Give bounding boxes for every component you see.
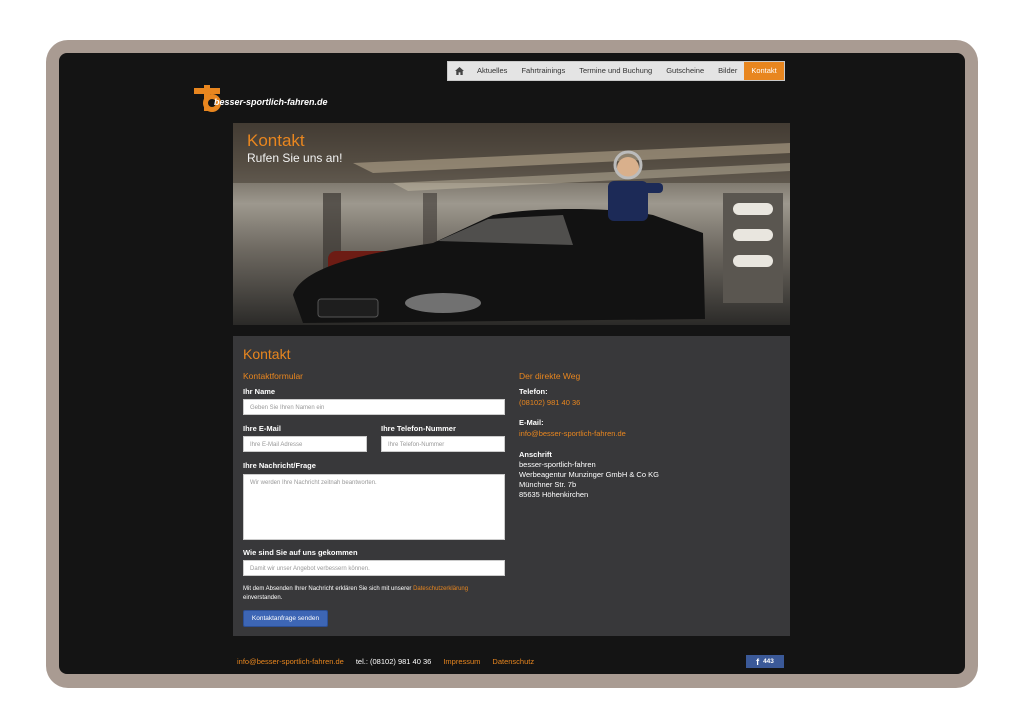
nav-item-fahrtrainings[interactable]: Fahrtrainings <box>514 62 572 80</box>
page-title: Kontakt <box>243 346 291 362</box>
submit-button[interactable]: Kontaktanfrage senden <box>243 610 328 627</box>
hero-banner: Kontakt Rufen Sie uns an! <box>233 123 790 325</box>
nav-item-aktuelles[interactable]: Aktuelles <box>470 62 514 80</box>
device-frame: Aktuelles Fahrtrainings Termine und Buch… <box>46 40 978 688</box>
privacy-link[interactable]: Dateschutzerklärung <box>413 586 468 592</box>
email-label: Ihre E-Mail <box>243 424 281 433</box>
phone-label: Ihre Telefon-Nummer <box>381 424 456 433</box>
privacy-text-end: einverstanden. <box>243 595 283 601</box>
facebook-count: 443 <box>763 658 774 665</box>
hero-subtitle: Rufen Sie uns an! <box>247 151 343 165</box>
name-input[interactable]: Geben Sie Ihren Namen ein <box>243 399 505 415</box>
footer-impressum-link[interactable]: Impressum <box>443 657 480 666</box>
address-line: 85635 Höhenkirchen <box>519 490 589 499</box>
hero-title: Kontakt <box>247 131 305 150</box>
source-input[interactable]: Damit wir unser Angebot verbessern könne… <box>243 560 505 576</box>
footer-phone: tel.: (08102) 981 40 36 <box>355 657 432 666</box>
direct-section-title: Der direkte Weg <box>519 371 581 381</box>
address-line: besser-sportlich-fahren <box>519 460 596 469</box>
privacy-notice: Mit dem Absenden Ihrer Nachricht erkläre… <box>243 585 513 603</box>
site-logo[interactable]: besser-sportlich-fahren.de <box>194 85 354 113</box>
nav-home[interactable] <box>448 62 470 80</box>
phone-input[interactable]: Ihre Telefon-Nummer <box>381 436 505 452</box>
message-label: Ihre Nachricht/Frage <box>243 461 316 470</box>
nav-item-kontakt[interactable]: Kontakt <box>744 62 784 80</box>
name-label: Ihr Name <box>243 387 276 396</box>
nav-item-termine[interactable]: Termine und Buchung <box>572 62 659 80</box>
logo-text: besser-sportlich-fahren.de <box>214 97 328 107</box>
facebook-icon: f <box>756 656 760 667</box>
facebook-like-button[interactable]: f 443 <box>746 655 784 668</box>
email-input[interactable]: Ihre E-Mail Adresse <box>243 436 367 452</box>
address-line: Werbeagentur Munzinger GmbH & Co KG <box>519 470 659 479</box>
form-section-title: Kontaktformular <box>243 371 303 381</box>
nav-item-gutscheine[interactable]: Gutscheine <box>659 62 711 80</box>
email-info-label: E-Mail: <box>519 418 544 427</box>
browser-screen: Aktuelles Fahrtrainings Termine und Buch… <box>59 53 965 674</box>
email-info-link[interactable]: info@besser-sportlich-fahren.de <box>519 429 626 438</box>
message-textarea[interactable]: Wir werden Ihre Nachricht zeitnah beantw… <box>243 474 505 540</box>
address-label: Anschrift <box>519 450 552 459</box>
footer-email-link[interactable]: info@besser-sportlich-fahren.de <box>237 657 344 666</box>
phone-info-label: Telefon: <box>519 387 548 396</box>
site-footer: info@besser-sportlich-fahren.de tel.: (0… <box>237 657 534 666</box>
footer-datenschutz-link[interactable]: Datenschutz <box>492 657 534 666</box>
content-panel: Kontakt Kontaktformular Ihr Name Geben S… <box>233 336 790 636</box>
main-nav: Aktuelles Fahrtrainings Termine und Buch… <box>447 61 785 81</box>
source-label: Wie sind Sie auf uns gekommen <box>243 548 358 557</box>
address-line: Münchner Str. 7b <box>519 480 577 489</box>
home-icon <box>454 67 464 75</box>
privacy-text: Mit dem Absenden Ihrer Nachricht erkläre… <box>243 586 414 592</box>
nav-item-bilder[interactable]: Bilder <box>711 62 744 80</box>
phone-info-link[interactable]: (08102) 981 40 36 <box>519 398 580 407</box>
